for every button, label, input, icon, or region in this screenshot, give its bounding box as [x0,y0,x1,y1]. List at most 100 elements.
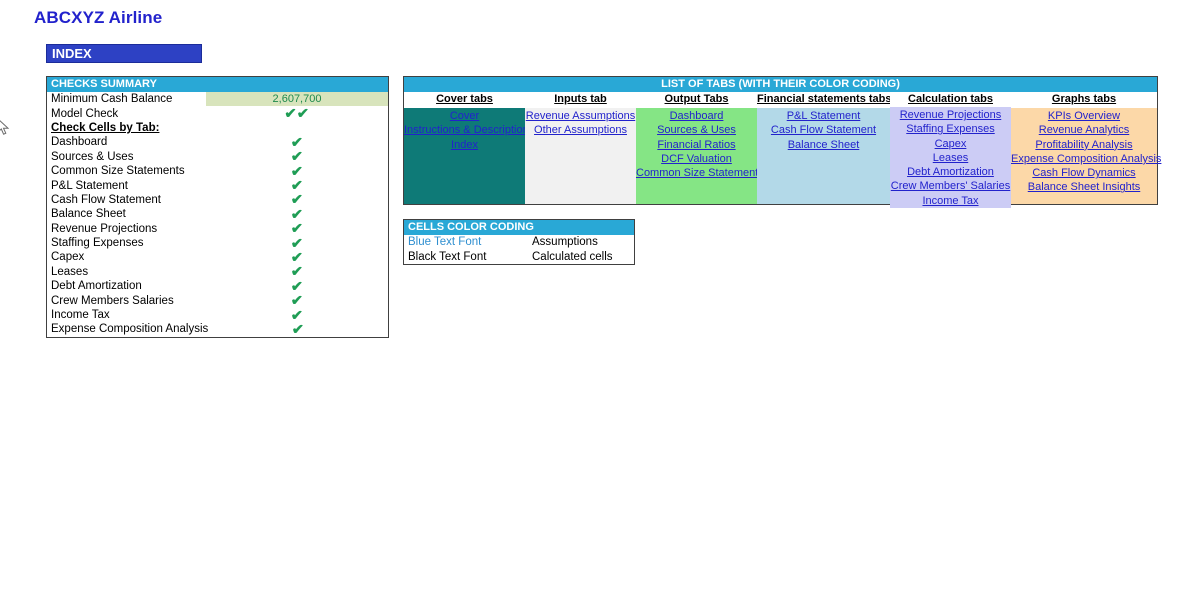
tab-column-body: P&L Statement Cash Flow Statement Balance … [757,108,890,204]
checkmark-icon: ✔✔ [284,105,310,122]
checkmark-icon: ✔ [290,292,304,309]
tab-link[interactable]: Other Assumptions [525,123,636,137]
tab-column-title-text: Graphs tabs [1051,93,1117,105]
tab-check-rows: Dashboard ✔ Sources & Uses ✔ Common Size Sta… [47,135,388,336]
checkmark-icon: ✔ [290,148,304,165]
check-label: Dashboard [51,136,108,149]
legend-key: Black Text Font [408,250,487,263]
check-row: Crew Members Salaries ✔ [47,293,388,307]
tab-link[interactable]: Expense Composition Analysis [1011,152,1161,166]
list-of-tabs-panel: LIST OF TABS (WITH THEIR COLOR CODING) C… [403,76,1161,209]
tab-link[interactable]: Common Size Statement [636,166,758,180]
tab-column-inputs: Inputs tab Revenue Assumptions Other Assu… [525,92,636,204]
tab-column-title: Financial statements tabs [757,92,892,108]
tab-link[interactable]: Debt Amortization [890,165,1011,179]
legend-key: Blue Text Font [408,236,482,249]
tab-column-graphs: Graphs tabs KPIs Overview Revenue Analytic… [1011,92,1161,204]
check-label: Balance Sheet [51,208,126,221]
tab-column-body: Dashboard Sources & Uses Financial Ratios … [636,108,758,204]
check-row: Debt Amortization ✔ [47,279,388,293]
index-banner: INDEX [46,44,202,63]
check-label: Common Size Statements [51,165,185,178]
tab-link[interactable]: Cash Flow Dynamics [1011,166,1157,180]
checkmark-icon: ✔ [290,177,304,194]
tab-link[interactable]: DCF Valuation [636,152,757,166]
checkmark-icon: ✔ [290,205,304,222]
tab-link[interactable]: P&L Statement [757,109,890,123]
legend-description: Calculated cells [532,250,613,263]
check-label: Crew Members Salaries [51,294,174,307]
tab-link[interactable]: Leases [890,151,1011,165]
tab-column-calc: Calculation tabs Revenue Projections Staff… [890,92,1011,209]
tab-link[interactable]: Capex [890,137,1011,151]
tab-column-body: KPIs Overview Revenue Analytics Profitabil… [1011,108,1161,204]
check-section-label-row: Check Cells by Tab: [47,121,388,135]
tab-column-cover: Cover tabs Cover Instructions & Descriptio… [404,92,529,204]
check-row: P&L Statement ✔ [47,178,388,192]
page-title: ABCXYZ Airline [34,8,163,27]
tab-link[interactable]: Crew Members' Salaries [890,179,1011,193]
check-row: Balance Sheet ✔ [47,207,388,221]
list-of-tabs-header: LIST OF TABS (WITH THEIR COLOR CODING) [404,77,1157,92]
checkmark-icon: ✔ [290,162,304,179]
tab-link[interactable]: Revenue Projections [890,108,1011,122]
check-label: Sources & Uses [51,150,134,163]
tab-link[interactable]: Revenue Analytics [1011,123,1157,137]
tab-column-body: Revenue Projections Staffing Expenses Cape… [890,107,1011,209]
check-row-model-check: Model Check ✔✔ [47,106,388,120]
checkmark-icon: ✔ [290,277,304,294]
check-label: Cash Flow Statement [51,193,161,206]
tab-link[interactable]: KPIs Overview [1011,109,1157,123]
tab-column-body: Cover Instructions & Description Index [404,108,529,204]
tab-column-title-text: Calculation tabs [908,93,993,105]
check-value: ✔ [208,322,388,337]
tab-column-output: Output Tabs Dashboard Sources & Uses Financ… [636,92,758,204]
check-cells-by-tab-label: Check Cells by Tab: [51,121,160,134]
check-row: Common Size Statements ✔ [47,164,388,178]
tab-link[interactable]: Profitability Analysis [1011,138,1157,152]
tab-link[interactable]: Revenue Assumptions [525,109,636,123]
check-row-minimum-cash-balance: Minimum Cash Balance 2,607,700 [47,92,388,107]
tab-link[interactable]: Cash Flow Statement [757,123,890,137]
check-row: Dashboard ✔ [47,135,388,149]
tab-link[interactable]: Sources & Uses [636,123,757,137]
checkmark-icon: ✔ [290,220,304,237]
checkmark-icon: ✔ [290,191,304,208]
tab-link[interactable]: Dashboard [636,109,757,123]
checkmark-icon: ✔ [290,249,304,265]
tab-column-body: Revenue Assumptions Other Assumptions [525,108,636,204]
tab-column-title-text: Cover tabs [436,93,493,105]
tab-link[interactable]: Cover [404,109,525,123]
checks-summary-header: CHECKS SUMMARY [47,77,388,92]
tab-column-title: Output Tabs [636,92,757,108]
check-row: Revenue Projections ✔ [47,220,388,237]
check-label: Income Tax [51,309,110,322]
tab-link[interactable]: Balance Sheet Insights [1011,180,1157,194]
tab-link[interactable]: Index [404,138,525,152]
checkmark-icon: ✔ [290,234,304,251]
check-label: Minimum Cash Balance [47,93,206,106]
check-row: Leases ✔ [47,264,388,279]
check-row: Cash Flow Statement ✔ [47,191,388,208]
checkmark-icon: ✔ [290,133,304,150]
tab-link[interactable]: Financial Ratios [636,138,757,152]
check-label: P&L Statement [51,179,128,192]
tab-column-title: Calculation tabs [890,92,1011,107]
check-label: Revenue Projections [51,222,158,235]
check-label: Debt Amortization [51,280,142,293]
cells-color-coding-panel: CELLS COLOR CODING Blue Text Font Assumpt… [403,219,635,265]
tab-link[interactable]: Instructions & Description [404,123,529,137]
legend-row: Black Text Font Calculated cells [404,249,634,263]
tab-column-title-text: Inputs tab [554,93,607,105]
check-row: Expense Composition Analysis ✔ [47,322,388,336]
tab-link[interactable]: Income Tax [890,194,1011,208]
check-row: Income Tax ✔ [47,308,388,322]
check-label: Capex [51,251,85,264]
tab-column-title: Inputs tab [525,92,636,108]
legend-rows: Blue Text Font Assumptions Black Text Font… [404,235,634,264]
cells-color-coding-header: CELLS COLOR CODING [404,220,634,235]
checks-summary-panel: CHECKS SUMMARY Minimum Cash Balance 2,60… [46,76,389,338]
check-label: Staffing Expenses [51,237,144,250]
tab-link[interactable]: Balance Sheet [757,138,890,152]
tab-link[interactable]: Staffing Expenses [890,122,1011,136]
